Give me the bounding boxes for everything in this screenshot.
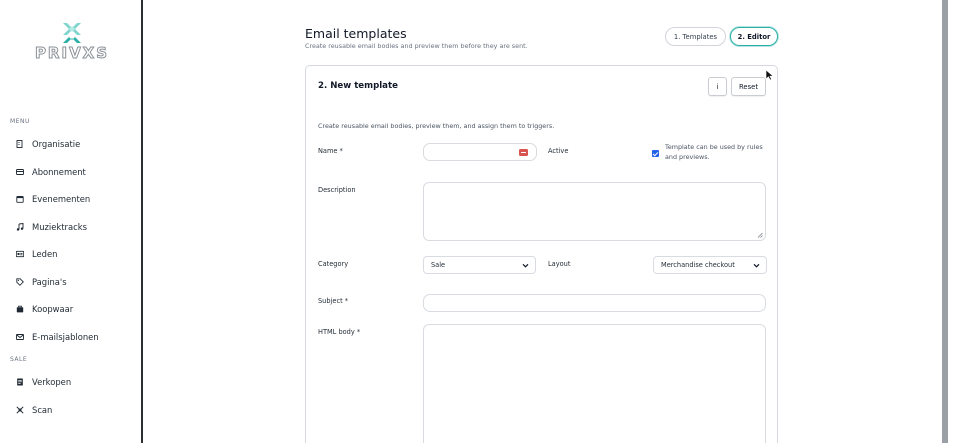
mail-template-icon [16,333,24,341]
step-editor-button[interactable]: 2. Editor [730,27,778,46]
window-scrollbar[interactable] [942,0,948,443]
sidebar-item-label: Pagina's [32,277,67,287]
sidebar-item-label: Abonnement [32,167,86,177]
description-label: Description [318,186,356,194]
sidebar-item-label: Leden [32,249,58,259]
name-label: Name * [318,147,343,155]
sidebar-item-label: Muziektracks [32,222,87,232]
html-body-label: HTML body * [318,328,361,336]
template-editor-card: 2. New template i Reset Create reusable … [305,65,778,443]
chevron-down-icon [522,263,529,268]
sidebar-item-verkopen[interactable]: Verkopen [16,373,71,391]
sidebar-item-abonnement[interactable]: Abonnement [16,163,86,181]
tag-icon [16,278,24,286]
category-label: Category [318,260,349,268]
mouse-cursor-icon [765,69,775,81]
sidebar-item-leden[interactable]: Leden [16,245,57,263]
logo-wordmark: PRIVXS [34,44,110,63]
building-icon [16,140,24,148]
sidebar-item-scan[interactable]: Scan [16,401,52,419]
sidebar-item-label: Verkopen [32,377,72,387]
page-subtitle: Create reusable email bodies and preview… [305,42,528,50]
sidebar-item-evenementen[interactable]: Evenementen [16,190,90,208]
resize-handle-icon[interactable] [757,232,763,238]
password-manager-icon[interactable] [519,149,528,156]
receipt-icon [16,378,24,386]
subject-input[interactable] [423,294,766,312]
sidebar: PRIVXS MENU Organisatie Abonnement Evene… [0,0,143,443]
sidebar-item-label: Scan [32,405,53,415]
scan-icon [16,406,24,414]
sidebar-item-koopwaar[interactable]: Koopwaar [16,300,73,318]
sidebar-item-e-mailsjablonen[interactable]: E-mailsjablonen [16,328,99,346]
sidebar-item-label: Koopwaar [32,304,74,314]
step-templates-button[interactable]: 1. Templates [665,27,726,46]
info-button[interactable]: i [708,77,727,96]
name-input[interactable] [423,143,537,161]
layout-select[interactable]: Merchandise checkout [653,256,767,274]
music-note-icon [16,223,24,231]
html-body-textarea[interactable] [423,324,766,443]
sidebar-item-label: Evenementen [32,194,91,204]
layout-label: Layout [548,260,571,268]
active-checkbox[interactable] [652,150,659,157]
page-title: Email templates [305,26,407,41]
active-hint: Template can be used by rules and previe… [665,143,763,161]
menu-section-label: MENU [10,118,30,125]
chevron-down-icon [753,263,760,268]
sidebar-item-label: Organisatie [32,139,81,149]
category-value: Sale [431,261,446,269]
card-icon [16,168,24,176]
card-title: 2. New template [318,81,398,91]
sale-section-label: SALE [10,356,28,363]
bag-icon [16,305,24,313]
description-textarea[interactable] [423,182,766,241]
sidebar-item-organisatie[interactable]: Organisatie [16,135,80,153]
card-description: Create reusable email bodies, preview th… [318,122,555,130]
calendar-icon [16,195,24,203]
sidebar-item-paginas[interactable]: Pagina's [16,273,67,291]
sidebar-item-muziektracks[interactable]: Muziektracks [16,218,87,236]
reset-button[interactable]: Reset [731,77,766,96]
category-select[interactable]: Sale [423,256,536,274]
active-label: Active [548,147,569,155]
id-card-icon [16,250,24,258]
subject-label: Subject * [318,297,349,305]
layout-value: Merchandise checkout [661,261,735,269]
sidebar-item-label: E-mailsjablonen [32,332,99,342]
